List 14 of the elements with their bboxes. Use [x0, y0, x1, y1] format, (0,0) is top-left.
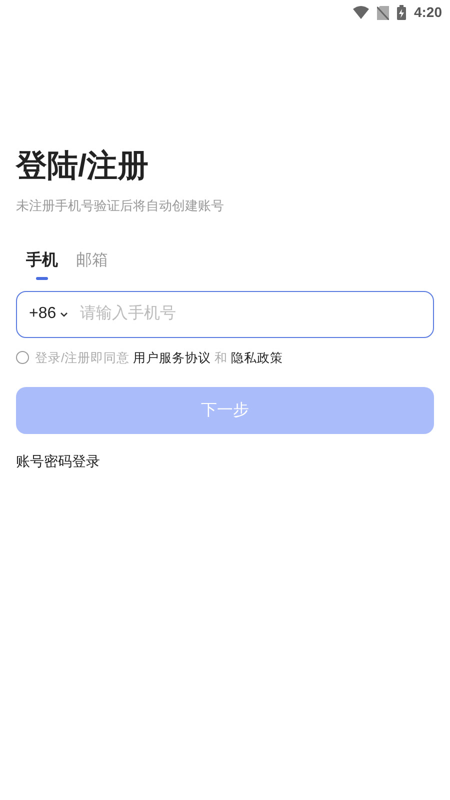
status-time: 4:20 — [414, 3, 442, 22]
password-login-link[interactable]: 账号密码登录 — [16, 451, 434, 472]
battery-charging-icon — [396, 5, 406, 20]
no-sim-icon — [376, 6, 389, 20]
phone-field[interactable]: +86 请输入手机号 — [16, 290, 434, 338]
terms-link[interactable]: 用户服务协议 — [132, 350, 211, 364]
chevron-down-icon[interactable] — [60, 312, 68, 316]
privacy-link[interactable]: 隐私政策 — [230, 350, 283, 364]
agreement-text: 登录/注册即同意 用户服务协议 和 隐私政策 — [35, 350, 283, 366]
wifi-icon — [352, 6, 369, 19]
agreement-checkbox[interactable] — [16, 351, 29, 364]
country-code[interactable]: +86 — [29, 302, 56, 326]
page-title: 登陆/注册 — [16, 147, 150, 185]
subtitle: 未注册手机号验证后将自动创建账号 — [16, 197, 225, 215]
